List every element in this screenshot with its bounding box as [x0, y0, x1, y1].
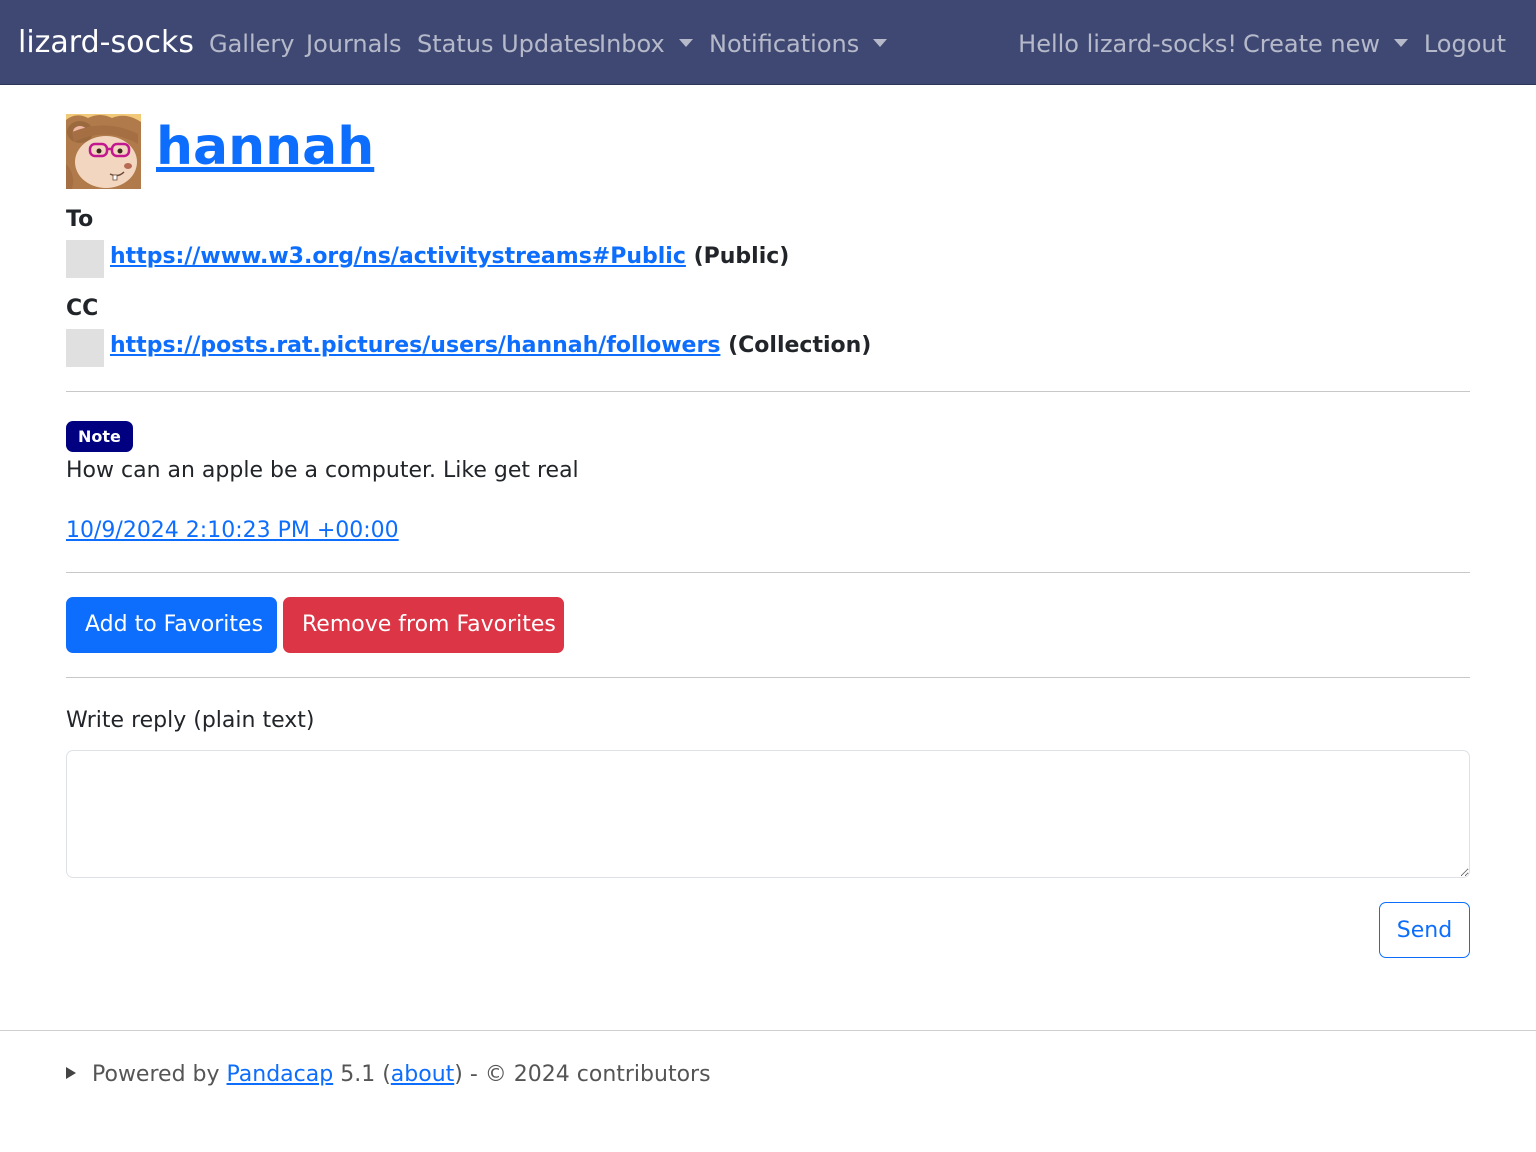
recipient-link[interactable]: https://www.w3.org/ns/activitystreams#Pu…: [110, 244, 686, 269]
footer: Powered by Pandacap 5.1 (about) - © 2024…: [66, 1060, 711, 1090]
recipient-avatar-placeholder-icon: [66, 329, 104, 367]
recipient-avatar-placeholder-icon: [66, 240, 104, 278]
post-timestamp-link[interactable]: 10/9/2024 2:10:23 PM +00:00: [66, 516, 399, 546]
post-type-badge: Note: [66, 421, 133, 452]
reply-label: Write reply (plain text): [66, 708, 315, 733]
nav-notifications-dropdown[interactable]: Notifications: [709, 28, 888, 60]
to-label: To: [66, 207, 94, 232]
navbar: lizard-socks Gallery Journals Status Upd…: [0, 0, 1536, 85]
rat-avatar-icon[interactable]: [66, 114, 141, 189]
reply-textarea[interactable]: [66, 750, 1470, 878]
add-to-favorites-button[interactable]: Add to Favorites: [66, 597, 277, 653]
remove-from-favorites-button[interactable]: Remove from Favorites: [283, 597, 564, 653]
nav-gallery[interactable]: Gallery: [209, 28, 294, 60]
cc-recipient-link[interactable]: https://posts.rat.pictures/users/hannah/…: [110, 333, 720, 358]
nav-create-new-label: Create new: [1243, 30, 1380, 58]
author-name-link[interactable]: hannah: [156, 112, 374, 182]
nav-status-updates[interactable]: Status Updates: [417, 28, 601, 60]
caret-down-icon: [1394, 39, 1408, 47]
nav-journals[interactable]: Journals: [306, 28, 402, 60]
send-button[interactable]: Send: [1379, 902, 1470, 958]
nav-notifications-label: Notifications: [709, 30, 860, 58]
nav-user-greeting[interactable]: Hello lizard-socks!: [1018, 28, 1237, 60]
cc-label: CC: [66, 296, 99, 321]
footer-version: 5.1: [340, 1062, 376, 1087]
divider: [66, 391, 1470, 392]
pandacap-link[interactable]: Pandacap: [227, 1062, 334, 1087]
divider: [66, 572, 1470, 573]
footer-divider: [0, 1030, 1536, 1031]
cc-recipient-kind: (Collection): [728, 333, 872, 358]
nav-logout[interactable]: Logout: [1424, 28, 1506, 60]
about-link[interactable]: about: [391, 1062, 454, 1087]
divider: [66, 677, 1470, 678]
recipient-kind: (Public): [693, 244, 790, 269]
cc-recipient-text: https://posts.rat.pictures/users/hannah/…: [110, 331, 871, 361]
caret-down-icon: [873, 39, 888, 47]
nav-inbox-label: Inbox: [599, 30, 665, 58]
post-content: How can an apple be a computer. Like get…: [66, 458, 579, 483]
caret-down-icon: [678, 39, 693, 47]
footer-copyright: - © 2024 contributors: [469, 1062, 711, 1087]
triangle-right-icon[interactable]: [66, 1067, 76, 1079]
brand-link[interactable]: lizard-socks: [18, 24, 194, 62]
nav-inbox-dropdown[interactable]: Inbox: [599, 28, 693, 60]
nav-create-new-dropdown[interactable]: Create new: [1243, 28, 1408, 60]
recipient-text: https://www.w3.org/ns/activitystreams#Pu…: [110, 242, 789, 272]
footer-prefix: Powered by: [92, 1062, 220, 1087]
